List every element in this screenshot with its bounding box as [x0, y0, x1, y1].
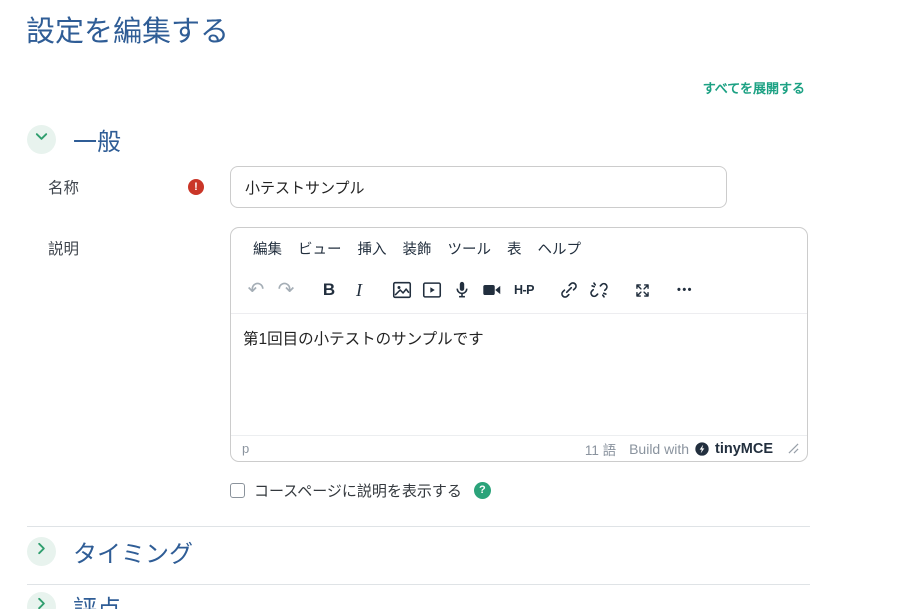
required-icon: ! — [188, 179, 204, 195]
redo-icon[interactable]: ↷ — [271, 275, 301, 305]
chevron-right-icon — [34, 596, 49, 609]
section-header-timing: タイミング — [27, 533, 193, 569]
media-icon[interactable] — [417, 275, 447, 305]
name-label: 名称 — [48, 176, 79, 198]
display-description-label[interactable]: コースページに説明を表示する — [254, 480, 462, 501]
menu-help[interactable]: ヘルプ — [530, 234, 590, 263]
description-label: 説明 — [48, 237, 79, 259]
link-icon[interactable] — [554, 275, 584, 305]
build-with-label: Build with — [629, 441, 689, 457]
image-icon[interactable] — [387, 275, 417, 305]
menu-tools[interactable]: ツール — [440, 234, 500, 263]
name-input[interactable] — [230, 166, 727, 208]
menu-format[interactable]: 装飾 — [395, 234, 440, 263]
editor-paragraph: 第1回目の小テストのサンプルです — [243, 327, 795, 349]
word-count[interactable]: 11 語 — [585, 439, 616, 459]
help-icon[interactable]: ? — [474, 482, 491, 499]
tinymce-brand-link[interactable]: Build with tinyMCE — [629, 441, 773, 457]
section-header-grade: 評点 — [27, 588, 121, 609]
h5p-icon[interactable]: H-P — [507, 275, 541, 305]
record-audio-icon[interactable] — [447, 275, 477, 305]
tinymce-brand-name: tinyMCE — [715, 441, 773, 457]
element-path[interactable]: p — [242, 441, 249, 456]
display-description-row: コースページに説明を表示する ? — [230, 481, 491, 499]
menu-view[interactable]: ビュー — [290, 234, 350, 263]
statusbar-right: 11 語 Build with tinyMCE — [585, 439, 799, 459]
more-tools-icon[interactable]: ••• — [670, 275, 700, 305]
editor-statusbar: p 11 語 Build with tinyMCE — [231, 435, 807, 461]
bold-icon[interactable]: B — [314, 275, 344, 305]
section-title-grade[interactable]: 評点 — [73, 589, 121, 609]
editor-toolbar: ↶ ↷ B I H-P — [231, 267, 807, 314]
collapse-toggle-general[interactable] — [27, 125, 56, 154]
page-title: 設定を編集する — [26, 8, 229, 50]
expand-all-link[interactable]: すべてを展開する — [703, 78, 805, 97]
display-description-checkbox[interactable] — [230, 483, 245, 498]
editor-content-area[interactable]: 第1回目の小テストのサンプルです — [231, 314, 807, 435]
name-field-row: 名称 ! — [27, 166, 810, 208]
collapse-toggle-timing[interactable] — [27, 537, 56, 566]
quiz-settings-page: 設定を編集する すべてを展開する 一般 名称 ! 説明 編集 ビュー 挿入 装飾 — [0, 0, 906, 609]
section-divider — [27, 584, 810, 585]
description-label-col: 説明 — [27, 227, 230, 462]
section-divider — [27, 526, 810, 527]
chevron-right-icon — [34, 541, 49, 561]
menu-edit[interactable]: 編集 — [245, 234, 290, 263]
fullscreen-icon[interactable] — [627, 275, 657, 305]
section-title-timing[interactable]: タイミング — [73, 534, 193, 569]
undo-icon[interactable]: ↶ — [241, 275, 271, 305]
tinymce-editor: 編集 ビュー 挿入 装飾 ツール 表 ヘルプ ↶ ↷ B I — [230, 227, 808, 462]
section-title-general[interactable]: 一般 — [73, 122, 121, 157]
unlink-icon[interactable] — [584, 275, 614, 305]
menu-insert[interactable]: 挿入 — [350, 234, 395, 263]
tinymce-logo-icon — [694, 441, 710, 457]
section-header-general: 一般 — [27, 121, 121, 157]
chevron-down-icon — [34, 129, 49, 149]
record-video-icon[interactable] — [477, 275, 507, 305]
collapse-toggle-grade[interactable] — [27, 592, 56, 609]
editor-menubar: 編集 ビュー 挿入 装飾 ツール 表 ヘルプ — [231, 228, 807, 267]
italic-icon[interactable]: I — [344, 275, 374, 305]
name-label-col: 名称 ! — [27, 166, 230, 208]
resize-handle[interactable] — [788, 443, 799, 454]
menu-table[interactable]: 表 — [499, 234, 530, 263]
description-field-row: 説明 編集 ビュー 挿入 装飾 ツール 表 ヘルプ ↶ ↷ B I — [27, 227, 810, 462]
